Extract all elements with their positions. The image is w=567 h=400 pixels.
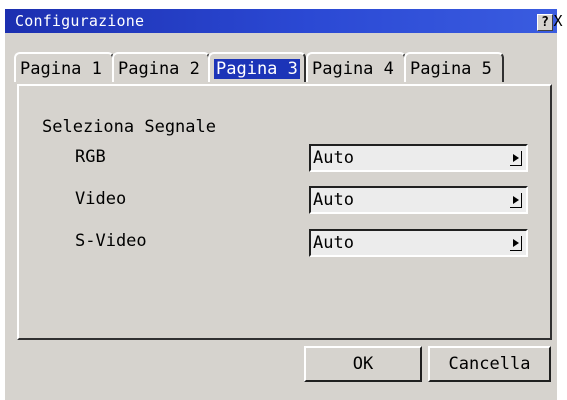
tab-pagina-4[interactable]: Pagina 4 xyxy=(306,52,406,82)
tab-label: Pagina 2 xyxy=(118,59,200,79)
title-bar[interactable]: Configurazione ? X xyxy=(5,9,563,33)
close-icon[interactable]: X xyxy=(553,14,563,29)
tab-pagina-5[interactable]: Pagina 5 xyxy=(404,52,504,82)
video-label: Video xyxy=(75,189,127,209)
video-select[interactable]: Auto xyxy=(309,186,528,214)
tab-label: Pagina 4 xyxy=(312,59,394,79)
section-title: Seleziona Segnale xyxy=(42,117,216,137)
tab-label: Pagina 3 xyxy=(214,59,300,79)
s-video-select[interactable]: Auto xyxy=(309,229,528,257)
tab-pagina-2[interactable]: Pagina 2 xyxy=(112,52,210,82)
arrow-right-icon[interactable] xyxy=(510,193,522,208)
s-video-label: S-Video xyxy=(75,231,147,251)
rgb-select[interactable]: Auto xyxy=(309,144,528,172)
arrow-right-icon[interactable] xyxy=(510,151,522,166)
help-icon[interactable]: ? xyxy=(537,14,553,31)
tab-pagina-3[interactable]: Pagina 3 xyxy=(208,52,306,82)
select-value: Auto xyxy=(313,233,354,253)
rgb-label: RGB xyxy=(75,147,106,167)
ok-button[interactable]: OK xyxy=(304,346,422,382)
select-value: Auto xyxy=(313,148,354,168)
cancel-button[interactable]: Cancella xyxy=(428,346,551,382)
tab-pagina-1[interactable]: Pagina 1 xyxy=(14,52,114,82)
tab-label: Pagina 5 xyxy=(410,59,492,79)
window-title: Configurazione xyxy=(15,12,145,30)
tab-label: Pagina 1 xyxy=(20,59,102,79)
select-value: Auto xyxy=(313,190,354,210)
arrow-right-icon[interactable] xyxy=(510,236,522,251)
